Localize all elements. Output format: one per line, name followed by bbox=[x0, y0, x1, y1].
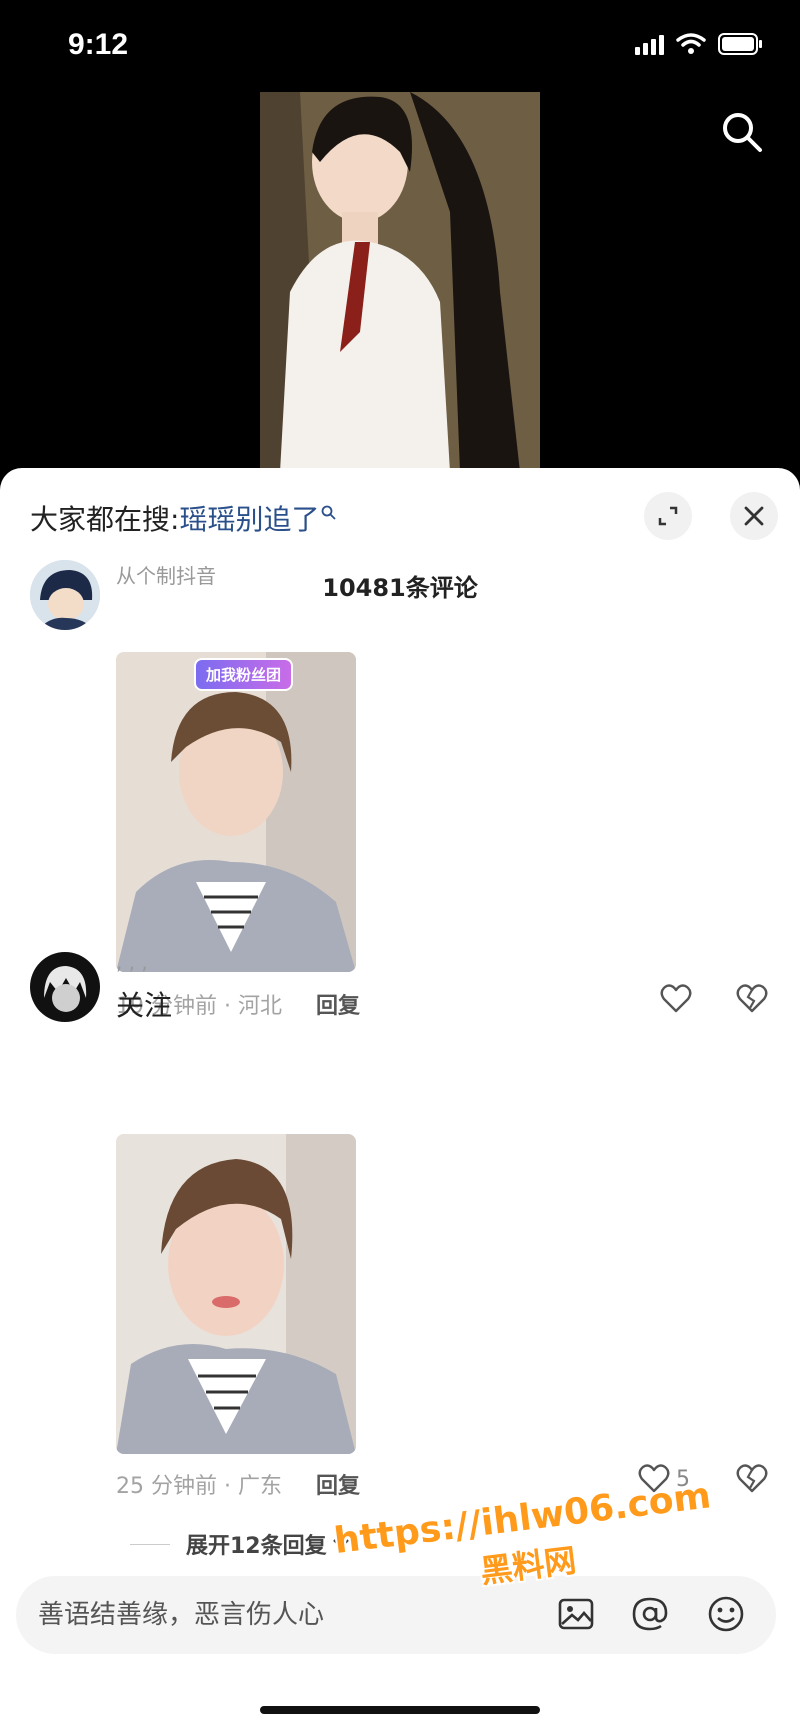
video-thumbnail bbox=[260, 92, 540, 472]
comment-image-illustration bbox=[116, 652, 356, 972]
search-small-icon bbox=[322, 505, 337, 520]
video-person-illustration bbox=[260, 92, 540, 472]
wifi-icon bbox=[676, 33, 706, 54]
comment-username[interactable]: , , , bbox=[116, 950, 148, 974]
status-bar: 9:12 bbox=[0, 0, 800, 92]
trending-prefix: 大家都在搜: bbox=[30, 503, 180, 536]
divider-line bbox=[130, 1543, 170, 1545]
reply-button[interactable]: 回复 bbox=[316, 988, 360, 1020]
comment-meta: 25 分钟前 · 广东 回复 bbox=[116, 1468, 360, 1500]
expand-replies-button[interactable]: 展开12条回复 bbox=[130, 1528, 351, 1560]
search-icon[interactable] bbox=[720, 110, 764, 154]
avatar-illustration bbox=[30, 560, 100, 630]
broken-heart-icon bbox=[736, 984, 768, 1013]
video-player[interactable] bbox=[0, 92, 800, 472]
signal-icon bbox=[635, 33, 664, 55]
trending-search[interactable]: 大家都在搜: 瑶瑶别追了 bbox=[30, 498, 337, 538]
trending-keyword[interactable]: 瑶瑶别追了 bbox=[179, 498, 319, 538]
close-button[interactable] bbox=[730, 492, 778, 540]
home-indicator bbox=[260, 1706, 540, 1714]
comment-image-illustration bbox=[116, 1134, 356, 1454]
broken-heart-icon bbox=[736, 1464, 768, 1493]
sticker-label: 加我粉丝团 bbox=[206, 666, 282, 684]
comment-image[interactable] bbox=[116, 1134, 356, 1454]
close-icon bbox=[744, 506, 764, 526]
image-icon[interactable] bbox=[556, 1594, 596, 1634]
comment-image[interactable]: 加我粉丝团 bbox=[116, 652, 356, 972]
comment-text: 关注 bbox=[116, 989, 173, 1022]
status-icons bbox=[635, 32, 764, 56]
at-icon[interactable] bbox=[630, 1594, 670, 1634]
avatar[interactable] bbox=[30, 560, 100, 630]
avatar[interactable] bbox=[30, 952, 100, 1022]
dislike-button[interactable] bbox=[736, 1464, 768, 1498]
reply-button[interactable]: 回复 bbox=[316, 1468, 360, 1500]
like-button[interactable] bbox=[660, 984, 698, 1014]
dislike-button[interactable] bbox=[736, 984, 768, 1018]
battery-icon bbox=[718, 33, 762, 55]
expand-button[interactable] bbox=[644, 492, 692, 540]
sticker-badge: 加我粉丝团 bbox=[194, 658, 294, 691]
status-time: 9:12 bbox=[68, 28, 129, 61]
comment-username[interactable]: 从个制抖音 bbox=[116, 560, 216, 589]
avatar-illustration bbox=[30, 952, 100, 1022]
heart-icon bbox=[660, 984, 692, 1013]
expand-replies-label: 展开12条回复 bbox=[186, 1534, 327, 1559]
expand-icon bbox=[658, 506, 678, 526]
emoji-icon[interactable] bbox=[706, 1594, 746, 1634]
comment-time-location: 25 分钟前 · 广东 bbox=[116, 1474, 282, 1499]
